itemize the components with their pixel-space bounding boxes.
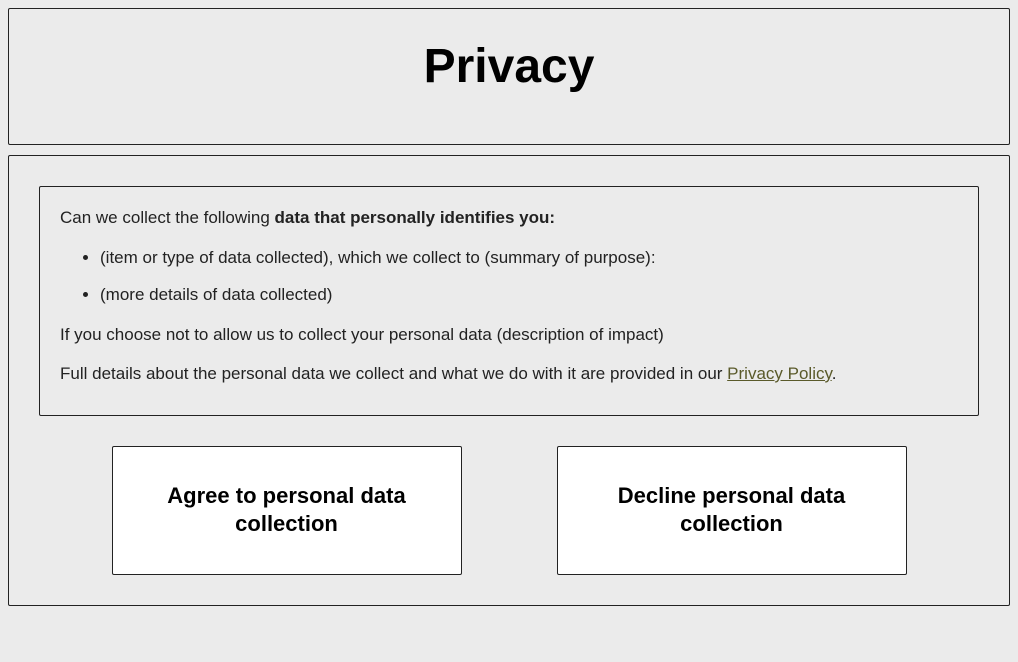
page-title: Privacy bbox=[29, 39, 989, 94]
decline-button[interactable]: Decline personal data collection bbox=[557, 446, 907, 575]
policy-text: Full details about the personal data we … bbox=[60, 361, 958, 387]
intro-prefix: Can we collect the following bbox=[60, 208, 275, 227]
intro-bold: data that personally identifies you: bbox=[275, 208, 556, 227]
privacy-policy-link[interactable]: Privacy Policy bbox=[727, 364, 832, 383]
agree-button[interactable]: Agree to personal data collection bbox=[112, 446, 462, 575]
impact-text: If you choose not to allow us to collect… bbox=[60, 322, 958, 348]
intro-text: Can we collect the following data that p… bbox=[60, 205, 958, 231]
header-panel: Privacy bbox=[8, 8, 1010, 145]
data-items-list: (item or type of data collected), which … bbox=[60, 245, 958, 308]
main-panel: Can we collect the following data that p… bbox=[8, 155, 1010, 606]
list-item: (item or type of data collected), which … bbox=[100, 245, 958, 271]
list-item: (more details of data collected) bbox=[100, 282, 958, 308]
consent-text-box: Can we collect the following data that p… bbox=[39, 186, 979, 416]
policy-suffix: . bbox=[832, 364, 837, 383]
button-row: Agree to personal data collection Declin… bbox=[39, 446, 979, 575]
policy-prefix: Full details about the personal data we … bbox=[60, 364, 727, 383]
